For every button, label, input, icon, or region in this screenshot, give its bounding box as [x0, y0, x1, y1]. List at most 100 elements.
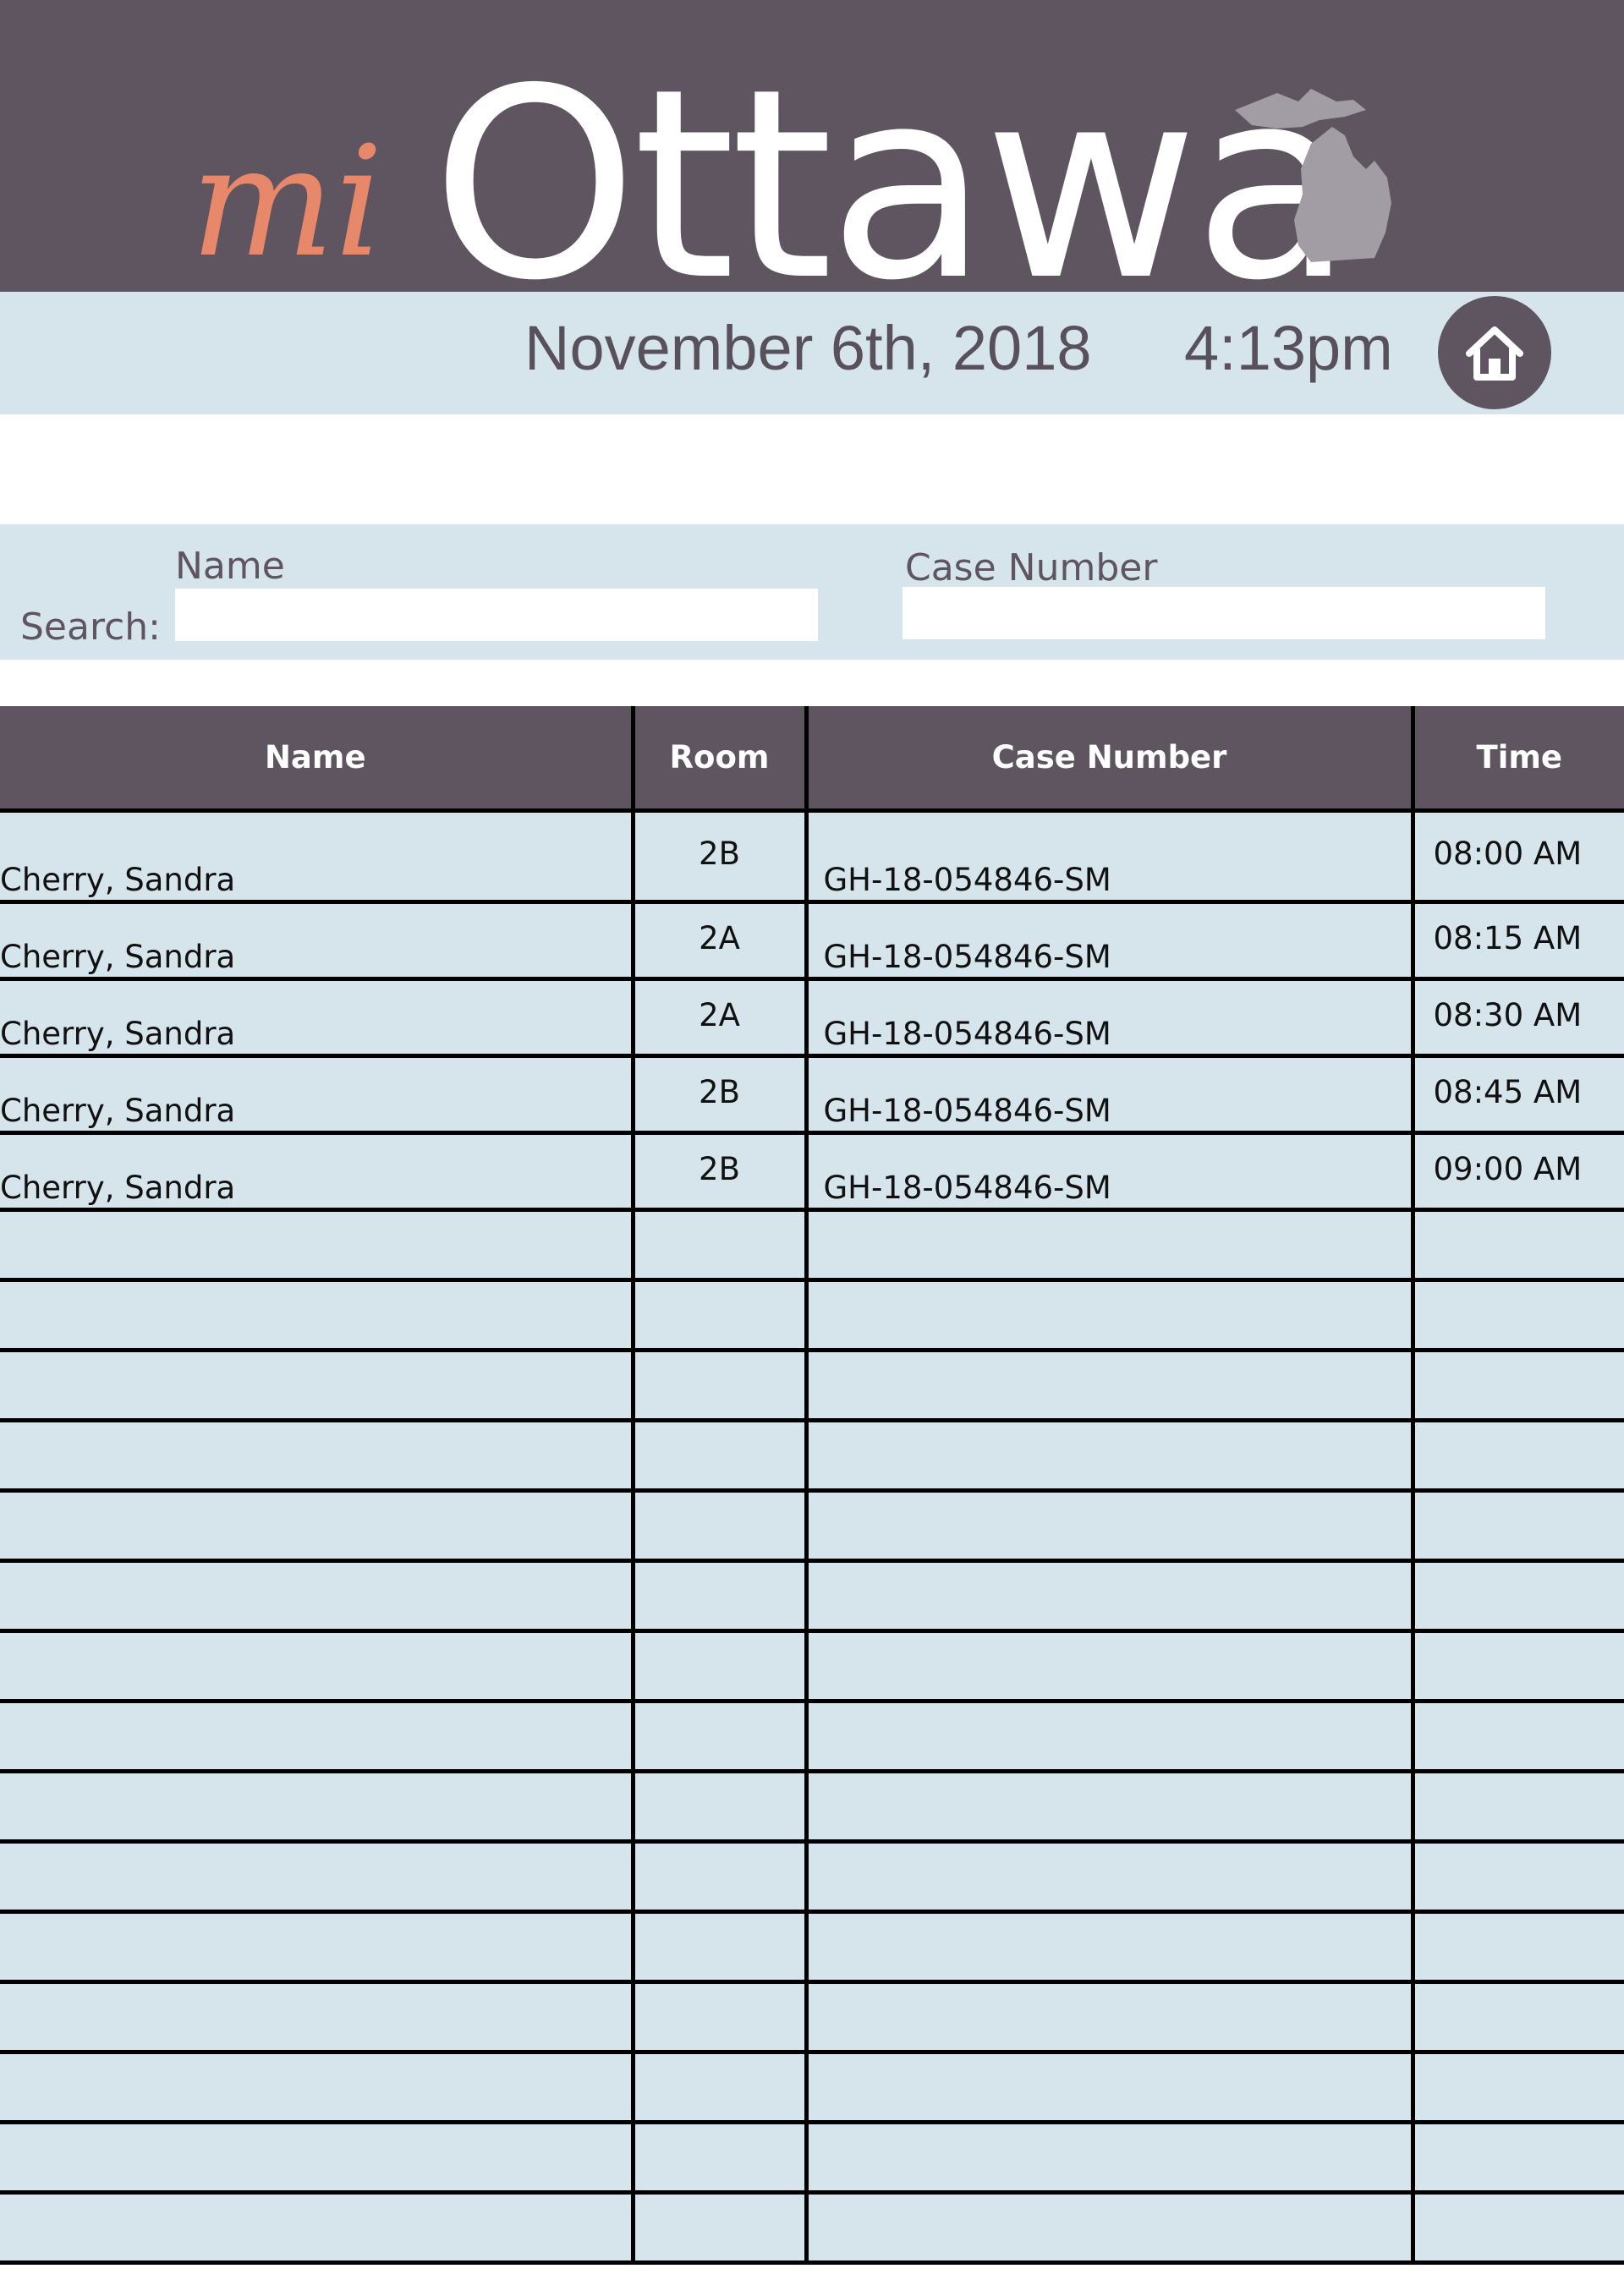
cell-case-number — [804, 1559, 1415, 1633]
cell-name: Cherry, Sandra — [0, 1054, 635, 1135]
column-header-name[interactable]: Name — [0, 706, 635, 811]
cell-name — [0, 1278, 635, 1352]
cell-name — [0, 1910, 635, 1984]
cell-room: 2A — [630, 977, 809, 1058]
cell-time — [1410, 1699, 1624, 1773]
cell-time — [1410, 1488, 1624, 1563]
cell-name: Cherry, Sandra — [0, 1131, 635, 1212]
cell-case-number — [804, 2120, 1415, 2195]
search-label: Search: — [20, 606, 161, 649]
cell-time — [1410, 2050, 1624, 2124]
name-search-input[interactable] — [175, 589, 818, 641]
cell-case-number — [804, 1699, 1415, 1773]
cell-name — [0, 2050, 635, 2124]
table-row[interactable]: Cherry, Sandra 2B GH-18-054846-SM 08:45 … — [0, 1054, 1624, 1135]
cell-case-number: GH-18-054846-SM — [804, 808, 1415, 904]
cell-case-number — [804, 1769, 1415, 1844]
table-row[interactable]: Cherry, Sandra 2B GH-18-054846-SM 09:00 … — [0, 1131, 1624, 1212]
home-icon — [1466, 326, 1523, 381]
cell-time: 08:00 AM — [1410, 808, 1624, 904]
table-row-empty — [0, 2120, 1624, 2195]
cell-room — [630, 1208, 809, 1282]
cell-name — [0, 1699, 635, 1773]
cell-room — [630, 1699, 809, 1773]
case-number-search-input[interactable] — [903, 587, 1545, 639]
home-button[interactable] — [1438, 296, 1551, 409]
cell-case-number: GH-18-054846-SM — [804, 1131, 1415, 1212]
table-row-empty — [0, 1980, 1624, 2054]
cell-room — [630, 1839, 809, 1914]
table-row[interactable]: Cherry, Sandra 2B GH-18-054846-SM 08:00 … — [0, 808, 1624, 904]
cell-time — [1410, 1910, 1624, 1984]
name-field-label: Name — [175, 545, 285, 588]
cell-name — [0, 1418, 635, 1493]
cell-name — [0, 1559, 635, 1633]
cell-time: 08:45 AM — [1410, 1054, 1624, 1135]
table-row-empty — [0, 2190, 1624, 2265]
cell-case-number — [804, 1418, 1415, 1493]
cell-time: 08:30 AM — [1410, 977, 1624, 1058]
cell-case-number — [804, 1839, 1415, 1914]
cell-room — [630, 1348, 809, 1422]
cell-room: 2B — [630, 1054, 809, 1135]
cell-name — [0, 1629, 635, 1703]
cell-name — [0, 2120, 635, 2195]
column-header-case-number[interactable]: Case Number — [804, 706, 1415, 811]
cell-room — [630, 1910, 809, 1984]
table-row-empty — [0, 2050, 1624, 2124]
table-row[interactable]: Cherry, Sandra 2A GH-18-054846-SM 08:15 … — [0, 900, 1624, 981]
logo-mi-text: mi — [190, 114, 384, 291]
cell-room — [630, 2120, 809, 2195]
cell-time — [1410, 1559, 1624, 1633]
cell-case-number — [804, 1348, 1415, 1422]
cell-time — [1410, 1839, 1624, 1914]
app-header: mi Ottawa — [0, 0, 1624, 317]
table-row[interactable]: Cherry, Sandra 2A GH-18-054846-SM 08:30 … — [0, 977, 1624, 1058]
cell-name — [0, 1208, 635, 1282]
cell-case-number — [804, 1629, 1415, 1703]
column-header-room[interactable]: Room — [630, 706, 809, 811]
cell-room — [630, 1278, 809, 1352]
cell-case-number — [804, 2190, 1415, 2265]
table-row-empty — [0, 1208, 1624, 1282]
cell-case-number — [804, 1488, 1415, 1563]
cell-room — [630, 1629, 809, 1703]
cell-time — [1410, 1769, 1624, 1844]
cell-case-number — [804, 2050, 1415, 2124]
cell-room: 2B — [630, 808, 809, 904]
table-row-empty — [0, 1488, 1624, 1563]
table-row-empty — [0, 1348, 1624, 1422]
cell-case-number: GH-18-054846-SM — [804, 1054, 1415, 1135]
cell-time — [1410, 2120, 1624, 2195]
table-header-row: Name Room Case Number Time — [0, 706, 1624, 811]
cell-name: Cherry, Sandra — [0, 900, 635, 981]
column-header-time[interactable]: Time — [1410, 706, 1624, 811]
cell-time — [1410, 1208, 1624, 1282]
cell-name — [0, 1839, 635, 1914]
cell-room: 2B — [630, 1131, 809, 1212]
docket-table-container: Name Room Case Number Time Cherry, Sandr… — [0, 706, 1624, 2296]
table-row-empty — [0, 1910, 1624, 1984]
cell-case-number — [804, 1278, 1415, 1352]
cell-room — [630, 1980, 809, 2054]
docket-table: Name Room Case Number Time Cherry, Sandr… — [0, 706, 1624, 2265]
cell-time — [1410, 1348, 1624, 1422]
cell-time: 08:15 AM — [1410, 900, 1624, 981]
table-row-empty — [0, 1629, 1624, 1703]
current-date: November 6th, 2018 — [524, 313, 1092, 383]
cell-name: Cherry, Sandra — [0, 808, 635, 904]
cell-case-number — [804, 1980, 1415, 2054]
current-time: 4:13pm — [1184, 313, 1393, 383]
cell-name — [0, 1488, 635, 1563]
case-number-field-label: Case Number — [905, 546, 1158, 589]
cell-time — [1410, 1629, 1624, 1703]
cell-name — [0, 1980, 635, 2054]
cell-name — [0, 1348, 635, 1422]
cell-room — [630, 1488, 809, 1563]
cell-time — [1410, 1418, 1624, 1493]
cell-room — [630, 2190, 809, 2265]
cell-room: 2A — [630, 900, 809, 981]
cell-room — [630, 1559, 809, 1633]
cell-room — [630, 1769, 809, 1844]
table-body: Cherry, Sandra 2B GH-18-054846-SM 08:00 … — [0, 808, 1624, 2265]
